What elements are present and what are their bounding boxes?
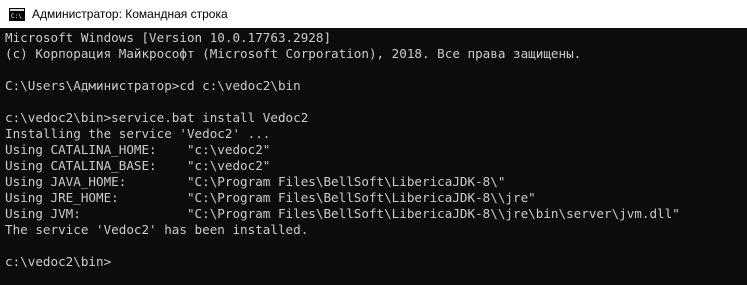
console-line: C:\Users\Администратор>cd c:\vedoc2\bin [5, 78, 301, 93]
console-line: Using JAVA_HOME: "C:\Program Files\BellS… [5, 174, 506, 189]
cmd-icon: C:\ [9, 7, 25, 21]
console-line: Microsoft Windows [Version 10.0.17763.29… [5, 30, 332, 45]
title-bar[interactable]: C:\ Администратор: Командная строка [0, 0, 747, 28]
console-line: Using CATALINA_BASE: "c:\vedoc2" [5, 158, 271, 173]
svg-text:C:\: C:\ [11, 13, 22, 20]
console-line: c:\vedoc2\bin> [5, 254, 112, 269]
console-line: c:\vedoc2\bin>service.bat install Vedoc2 [5, 110, 309, 125]
console-line: Using JVM: "C:\Program Files\BellSoft\Li… [5, 206, 680, 221]
console-line: (c) Корпорация Майкрософт (Microsoft Cor… [5, 46, 582, 61]
console-output[interactable]: Microsoft Windows [Version 10.0.17763.29… [5, 30, 743, 282]
console-line: Installing the service 'Vedoc2' ... [5, 126, 271, 141]
console-line: The service 'Vedoc2' has been installed. [5, 222, 309, 237]
console-line: Using JRE_HOME: "C:\Program Files\BellSo… [5, 190, 536, 205]
console-line: Using CATALINA_HOME: "c:\vedoc2" [5, 142, 271, 157]
command-prompt-window: C:\ Администратор: Командная строка Micr… [0, 0, 747, 285]
window-title: Администратор: Командная строка [32, 7, 228, 21]
